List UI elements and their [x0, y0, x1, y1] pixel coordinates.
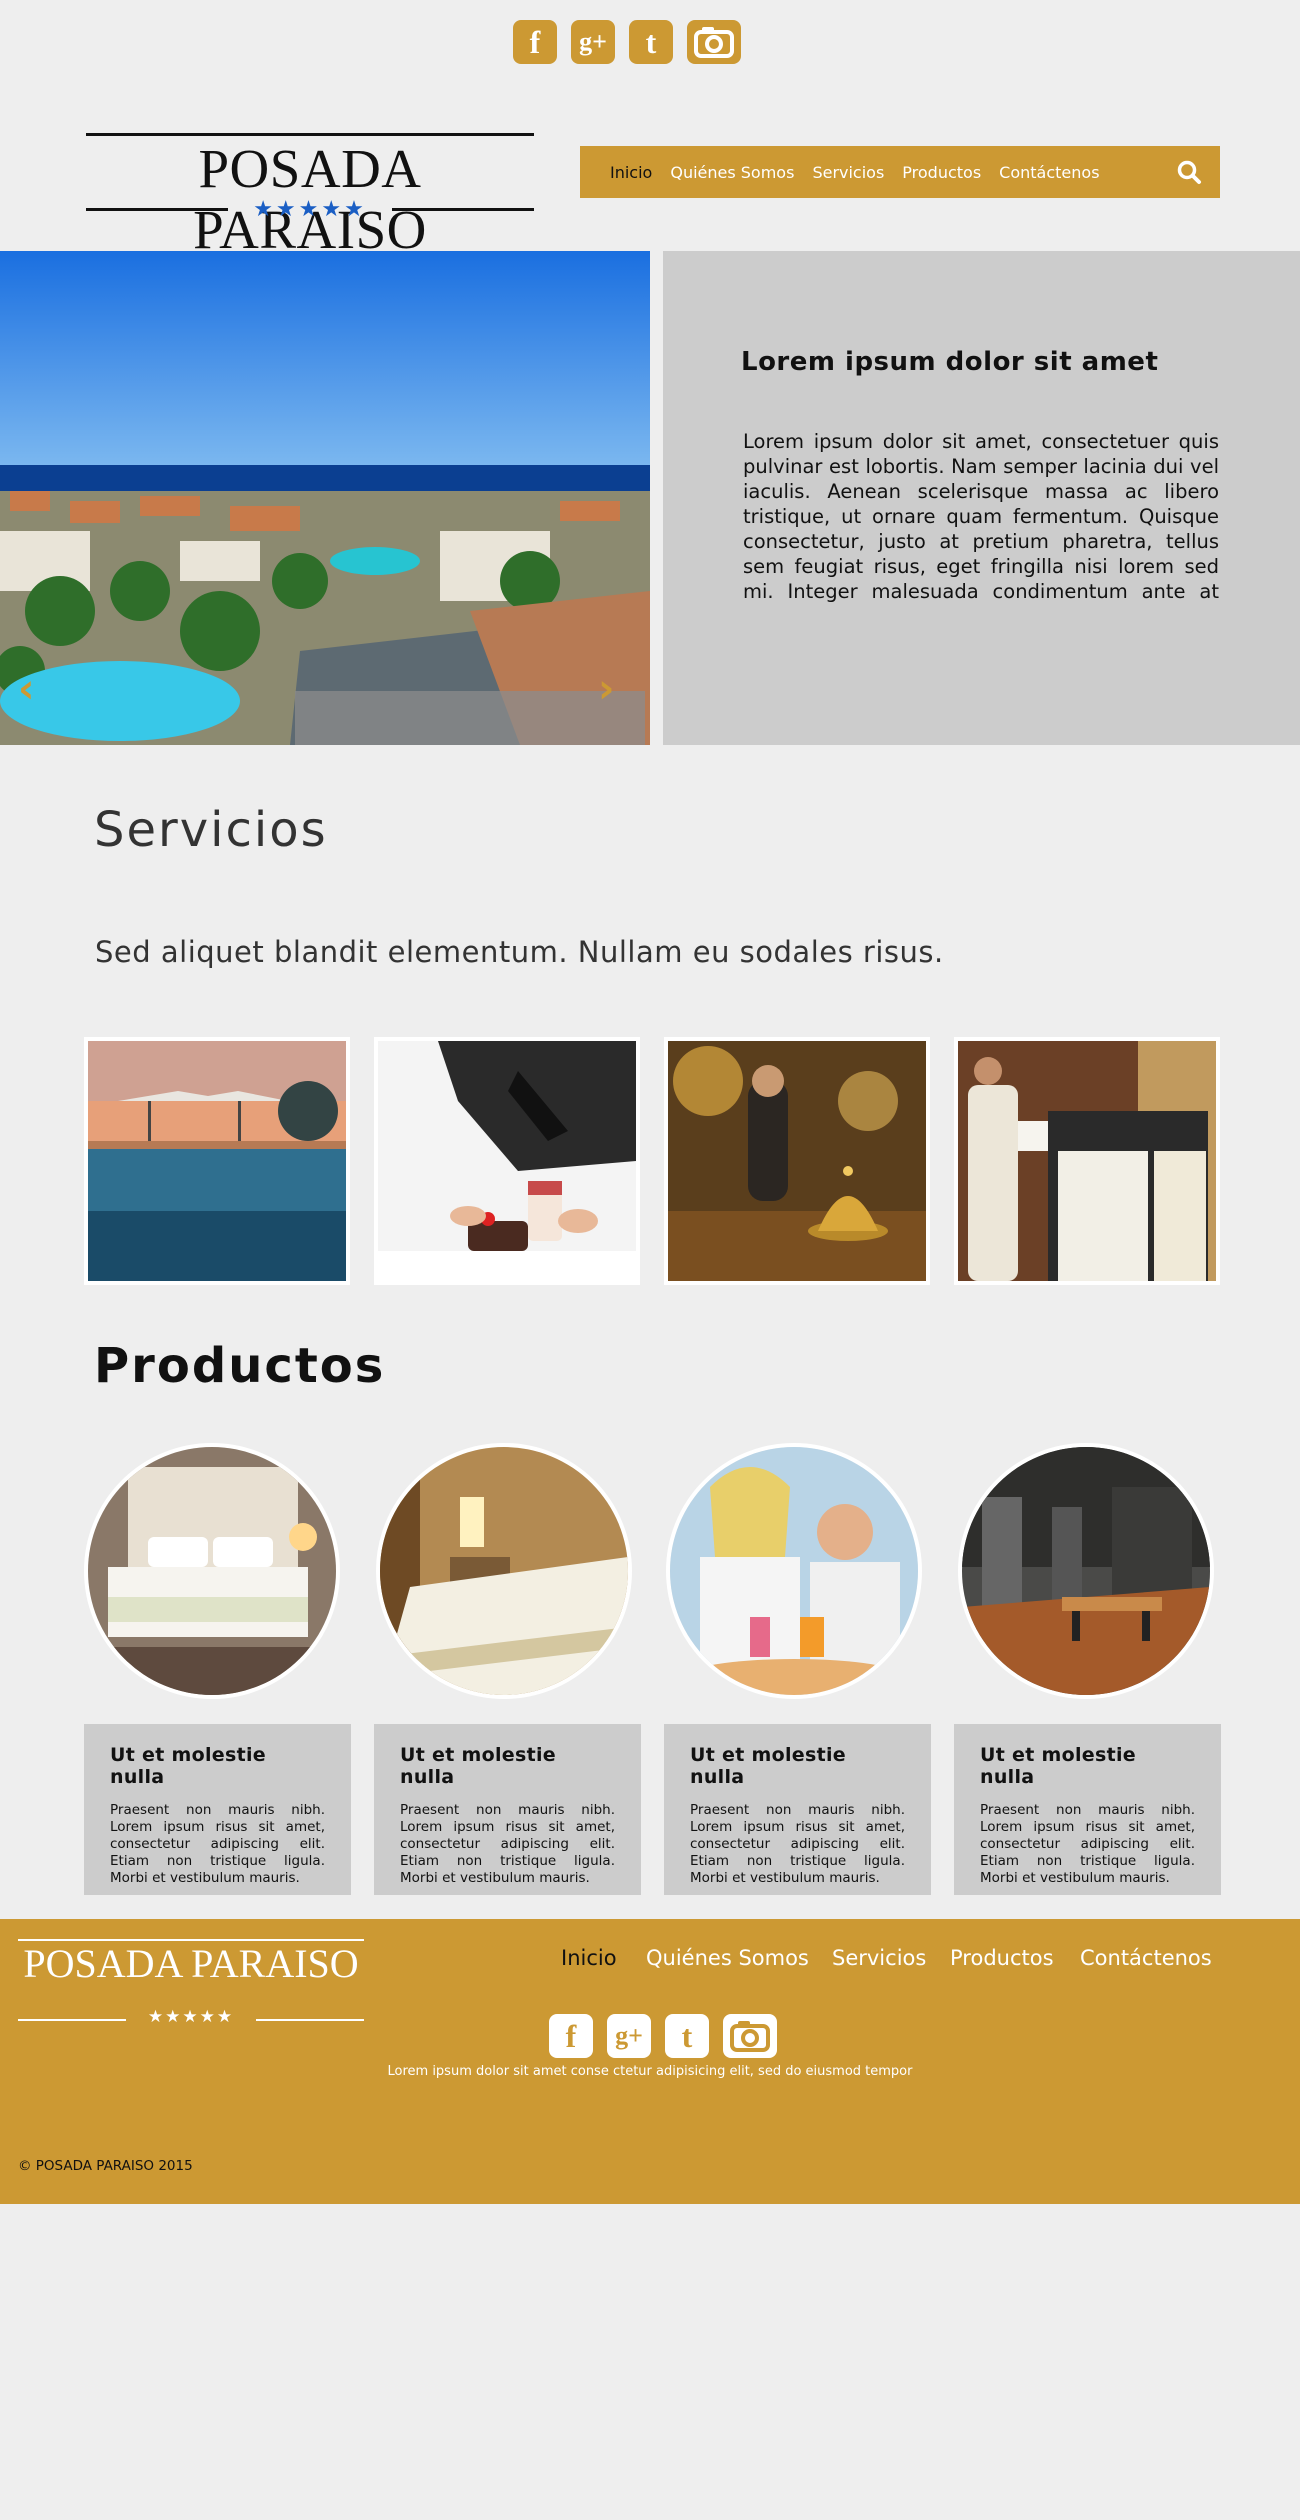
- product-image-dinner[interactable]: [666, 1443, 922, 1699]
- hero-panel: Lorem ipsum dolor sit amet Lorem ipsum d…: [663, 251, 1300, 745]
- facebook-icon[interactable]: f: [513, 20, 557, 64]
- footer-logo-text: POSADA PARAISO: [23, 1941, 359, 1986]
- social-links-footer: f g+ t: [549, 2014, 777, 2058]
- service-image-pool[interactable]: [84, 1037, 350, 1285]
- product-card-title: Ut et molestie nulla: [110, 1744, 266, 1788]
- logo-rule: [392, 208, 534, 211]
- hero-text: Lorem ipsum dolor sit amet, consectetuer…: [743, 430, 1219, 603]
- product-card[interactable]: Ut et molestie nulla Praesent non mauris…: [374, 1724, 641, 1895]
- footer-nav-contactenos[interactable]: Contáctenos: [1080, 1946, 1212, 1970]
- logo-rule: [86, 133, 534, 136]
- nav-quienes-somos[interactable]: Quiénes Somos: [670, 163, 794, 182]
- camera-icon[interactable]: [687, 20, 741, 64]
- copyright: © POSADA PARAISO 2015: [18, 2158, 193, 2174]
- tumblr-icon[interactable]: t: [629, 20, 673, 64]
- google-plus-icon[interactable]: g+: [607, 2014, 651, 2058]
- site-logo[interactable]: POSADA PARAISO ★★★★★: [86, 133, 534, 259]
- productos-title: Productos: [94, 1338, 386, 1394]
- hero-resort-image: [0, 251, 650, 745]
- product-card-text: Praesent non mauris nibh. Lorem ipsum ri…: [690, 1802, 905, 1886]
- main-nav: Inicio Quiénes Somos Servicios Productos…: [580, 146, 1220, 198]
- hero-slider[interactable]: ‹ ›: [0, 251, 650, 745]
- product-card-text: Praesent non mauris nibh. Lorem ipsum ri…: [980, 1802, 1195, 1886]
- product-image-suite[interactable]: [376, 1443, 632, 1699]
- nav-inicio[interactable]: Inicio: [610, 163, 652, 182]
- site-footer: POSADA PARAISO ★★★★★ Inicio Quiénes Somo…: [0, 1919, 1300, 2204]
- footer-logo[interactable]: POSADA PARAISO ★★★★★: [18, 1939, 364, 2027]
- product-card-title: Ut et molestie nulla: [980, 1744, 1136, 1788]
- footer-nav-inicio[interactable]: Inicio: [561, 1946, 617, 1970]
- footer-nav-quienes-somos[interactable]: Quiénes Somos: [646, 1946, 809, 1970]
- hero-title: Lorem ipsum dolor sit amet: [741, 347, 1159, 377]
- footer-nav-productos[interactable]: Productos: [950, 1946, 1054, 1970]
- product-card-text: Praesent non mauris nibh. Lorem ipsum ri…: [400, 1802, 615, 1886]
- camera-icon[interactable]: [723, 2014, 777, 2058]
- social-links-top: f g+ t: [513, 20, 741, 64]
- product-card[interactable]: Ut et molestie nulla Praesent non mauris…: [954, 1724, 1221, 1895]
- product-card[interactable]: Ut et molestie nulla Praesent non mauris…: [84, 1724, 351, 1895]
- search-icon[interactable]: [1176, 159, 1202, 185]
- google-plus-icon[interactable]: g+: [571, 20, 615, 64]
- tumblr-icon[interactable]: t: [665, 2014, 709, 2058]
- service-image-housekeeping[interactable]: [954, 1037, 1220, 1285]
- service-image-reception[interactable]: [664, 1037, 930, 1285]
- product-image-gym[interactable]: [958, 1443, 1214, 1699]
- footer-star-rating: ★★★★★: [147, 2007, 235, 2027]
- nav-servicios[interactable]: Servicios: [812, 163, 884, 182]
- footer-nav-servicios[interactable]: Servicios: [832, 1946, 926, 1970]
- product-card-title: Ut et molestie nulla: [690, 1744, 846, 1788]
- footer-tagline: Lorem ipsum dolor sit amet conse ctetur …: [387, 2064, 913, 2079]
- slider-prev-arrow[interactable]: ‹: [18, 666, 34, 712]
- nav-contactenos[interactable]: Contáctenos: [999, 163, 1099, 182]
- service-image-dining[interactable]: [374, 1037, 640, 1285]
- slider-next-arrow[interactable]: ›: [598, 666, 614, 712]
- product-card-title: Ut et molestie nulla: [400, 1744, 556, 1788]
- nav-productos[interactable]: Productos: [902, 163, 981, 182]
- product-card[interactable]: Ut et molestie nulla Praesent non mauris…: [664, 1724, 931, 1895]
- servicios-title: Servicios: [94, 802, 328, 858]
- product-card-text: Praesent non mauris nibh. Lorem ipsum ri…: [110, 1802, 325, 1886]
- product-image-bedroom[interactable]: [84, 1443, 340, 1699]
- servicios-subtitle: Sed aliquet blandit elementum. Nullam eu…: [95, 935, 944, 969]
- logo-rule: [256, 2019, 364, 2021]
- facebook-icon[interactable]: f: [549, 2014, 593, 2058]
